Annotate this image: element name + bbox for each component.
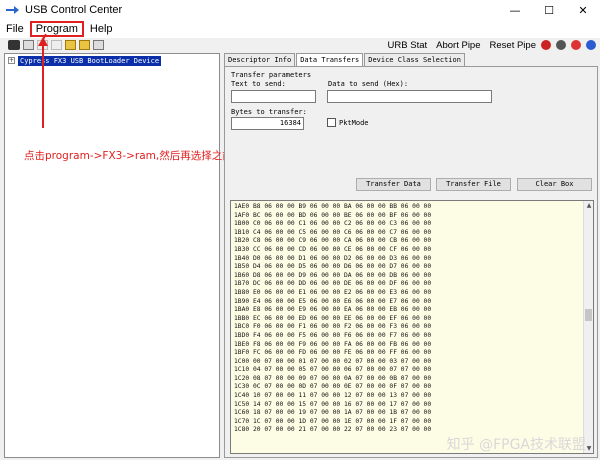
text-to-send-label: Text to send: [231,80,286,88]
cycle-port-icon[interactable] [571,40,581,50]
title-bar: USB Control Center — ☐ ✕ [0,0,600,20]
hex-line: 1B60 D8 06 00 00 D9 06 00 00 DA 06 00 00… [234,271,432,279]
data-transfers-panel: Transfer parameters Text to send: Data t… [224,66,598,458]
open-icon[interactable] [65,40,76,50]
hex-line: 1B90 E4 06 00 00 E5 06 00 00 E6 06 00 00… [234,297,432,305]
toolbar: URB Stat Abort Pipe Reset Pipe [0,38,600,52]
tab-descriptor-info[interactable]: Descriptor Info [224,53,296,66]
window-title: USB Control Center [25,4,123,16]
text-to-send-input[interactable] [231,90,316,103]
menu-bar: File Program Help [0,20,600,38]
hex-line: 1C40 10 07 00 00 11 07 00 00 12 07 00 00… [234,392,432,400]
hex-line: 1B30 CC 06 00 00 CD 06 00 00 CE 06 00 00… [234,245,432,253]
hex-line: 1B50 D4 06 00 00 D5 06 00 00 D6 06 00 00… [234,263,432,271]
hex-line: 1BB0 EC 06 00 00 ED 06 00 00 EE 06 00 00… [234,314,432,322]
hex-line: 1B20 C8 06 00 00 C9 06 00 00 CA 06 00 00… [234,237,432,245]
tree-item[interactable]: + Cypress FX3 USB BootLoader Device [5,55,219,66]
tree-expander-icon[interactable]: + [8,57,15,64]
menu-program[interactable]: Program [29,21,84,37]
stop-icon[interactable] [23,40,34,50]
window-controls: — ☐ ✕ [498,0,600,20]
hex-line: 1B70 DC 06 00 00 DD 06 00 00 DE 06 00 00… [234,280,432,288]
tab-device-class-selection[interactable]: Device Class Selection [364,53,465,66]
hex-line: 1B00 C0 06 00 00 C1 06 00 00 C2 06 00 00… [234,220,432,228]
hex-line: 1BE0 F8 06 00 00 F9 06 00 00 FA 06 00 00… [234,340,432,348]
hex-line: 1C60 18 07 00 00 19 07 00 00 1A 07 00 00… [234,409,432,417]
hex-line: 1B40 D0 06 00 00 D1 06 00 00 D2 06 00 00… [234,254,432,262]
pktmode-checkbox[interactable] [327,118,336,127]
clear-box-button[interactable]: Clear Box [517,178,592,191]
hex-line: 1B10 C4 06 00 00 C5 06 00 00 C6 06 00 00… [234,228,432,236]
toolbar-right: URB Stat Abort Pipe Reset Pipe [379,38,596,52]
pktmode-label: PktMode [339,119,369,127]
hex-line: 1C00 00 07 00 00 01 07 00 00 02 07 00 00… [234,357,432,365]
tab-data-transfers[interactable]: Data Transfers [296,53,364,67]
hex-output-text: 1AE0 B8 06 00 00 B9 06 00 00 BA 06 00 00… [234,203,431,435]
hex-line: 1BA0 E8 06 00 00 E9 06 00 00 EA 06 00 00… [234,306,432,314]
urb-stat-button[interactable]: URB Stat [388,40,428,51]
abort-pipe-button[interactable]: Abort Pipe [436,40,480,51]
transfer-file-button[interactable]: Transfer File [436,178,511,191]
reset-device-icon[interactable] [541,40,551,50]
annotation-arrow-shaft [42,44,44,128]
reset-pipe-button[interactable]: Reset Pipe [490,40,536,51]
hex-line: 1C30 0C 07 00 00 0D 07 00 00 0E 07 00 00… [234,383,432,391]
hex-line: 1BD0 F4 06 00 00 F5 06 00 00 F6 06 00 00… [234,331,432,339]
data-to-send-input[interactable] [327,90,492,103]
hex-line: 1BC0 F0 06 00 00 F1 06 00 00 F2 06 00 00… [234,323,432,331]
hex-line: 1C70 1C 07 00 00 1D 07 00 00 1E 07 00 00… [234,417,432,425]
blank-icon[interactable] [51,40,62,50]
options-icon[interactable] [586,40,596,50]
menu-file[interactable]: File [0,21,30,37]
scroll-up-icon[interactable]: ▲ [584,201,593,210]
save-icon[interactable] [79,40,90,50]
tree-item-label[interactable]: Cypress FX3 USB BootLoader Device [18,55,162,66]
usb-app-icon [6,5,20,15]
bytes-to-transfer-input[interactable]: 16384 [231,117,304,130]
hex-output-box[interactable]: 1AE0 B8 06 00 00 B9 06 00 00 BA 06 00 00… [230,200,594,454]
scroll-thumb[interactable] [585,309,592,321]
data-to-send-label: Data to send (Hex): [328,80,409,88]
bytes-to-transfer-label: Bytes to transfer: [231,108,307,116]
hex-line: 1C50 14 07 00 00 15 07 00 00 16 07 00 00… [234,400,432,408]
hex-line: 1AE0 B8 06 00 00 B9 06 00 00 BA 06 00 00… [234,203,432,210]
hex-scrollbar[interactable]: ▲ ▼ [583,201,593,453]
maximize-button[interactable]: ☐ [532,0,566,20]
close-button[interactable]: ✕ [566,0,600,20]
annotation-arrow-head-icon [38,37,48,46]
menu-help[interactable]: Help [84,21,119,37]
tab-strip: Descriptor Info Data Transfers Device Cl… [224,53,466,67]
device-tree[interactable]: + Cypress FX3 USB BootLoader Device [4,53,220,458]
hex-line: 1BF0 FC 06 00 00 FD 06 00 00 FE 06 00 00… [234,349,432,357]
transfer-data-button[interactable]: Transfer Data [356,178,431,191]
hex-line: 1B80 E0 06 00 00 E1 06 00 00 E2 06 00 00… [234,288,432,296]
watermark: 知乎 @FPGA技术联盟 [446,437,586,453]
hex-line: 1C20 08 07 00 00 09 07 00 00 0A 07 00 00… [234,374,432,382]
hex-line: 1C80 20 07 00 00 21 07 00 00 22 07 00 00… [234,426,432,434]
record-icon[interactable] [8,40,20,50]
lock-icon[interactable] [556,40,566,50]
play-icon[interactable] [93,40,104,50]
minimize-button[interactable]: — [498,0,532,20]
hex-line: 1C10 04 07 00 00 05 07 00 00 06 07 00 00… [234,366,432,374]
transfer-params-label: Transfer parameters [231,71,312,79]
hex-line: 1AF0 BC 06 00 00 BD 06 00 00 BE 06 00 00… [234,211,432,219]
